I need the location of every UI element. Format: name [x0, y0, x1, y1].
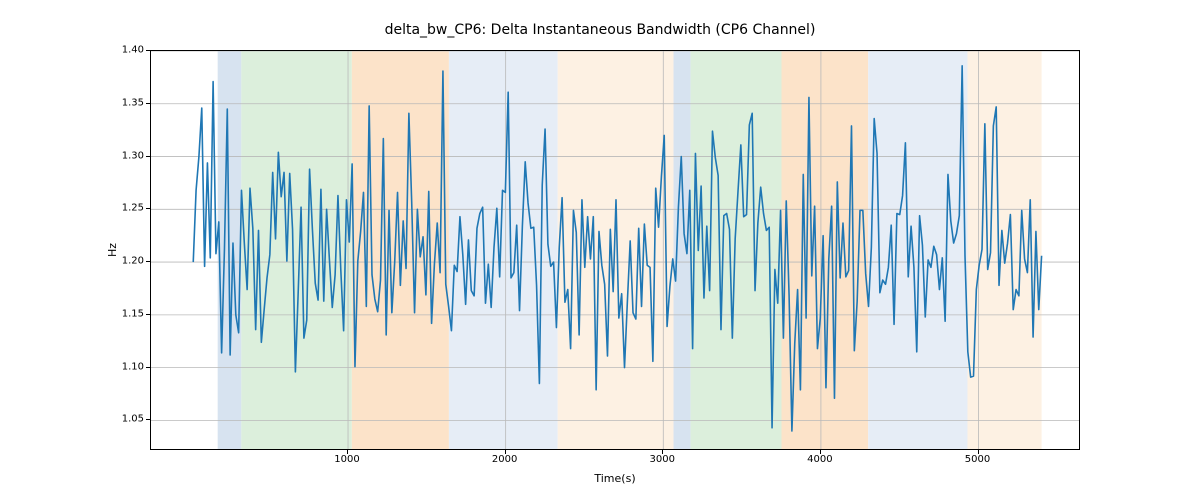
plot-area [150, 50, 1080, 450]
y-tick-label: 1.05 [122, 414, 144, 425]
bg-span [868, 51, 967, 450]
y-tick-label: 1.40 [122, 45, 144, 56]
y-tick-label: 1.20 [122, 256, 144, 267]
x-tick-label: 1000 [334, 454, 359, 465]
y-tick-label: 1.25 [122, 203, 144, 214]
y-tick-mark [146, 208, 150, 209]
y-tick-mark [146, 367, 150, 368]
y-tick-mark [146, 50, 150, 51]
x-tick-label: 4000 [807, 454, 832, 465]
y-tick-label: 1.15 [122, 308, 144, 319]
x-tick-label: 3000 [650, 454, 675, 465]
chart-title: delta_bw_CP6: Delta Instantaneous Bandwi… [0, 22, 1200, 38]
x-axis-label: Time(s) [150, 472, 1080, 485]
y-axis-label: Hz [106, 50, 120, 450]
y-tick-mark [146, 261, 150, 262]
bg-span [782, 51, 869, 450]
y-tick-mark [146, 156, 150, 157]
y-tick-label: 1.30 [122, 150, 144, 161]
y-tick-mark [146, 103, 150, 104]
plot-svg [151, 51, 1080, 450]
y-tick-mark [146, 419, 150, 420]
y-tick-label: 1.10 [122, 361, 144, 372]
bg-span [558, 51, 674, 450]
figure: delta_bw_CP6: Delta Instantaneous Bandwi… [0, 0, 1200, 500]
x-tick-label: 2000 [492, 454, 517, 465]
y-tick-mark [146, 314, 150, 315]
axes [150, 50, 1080, 450]
x-tick-label: 5000 [965, 454, 990, 465]
bg-span [691, 51, 782, 450]
y-tick-label: 1.35 [122, 97, 144, 108]
